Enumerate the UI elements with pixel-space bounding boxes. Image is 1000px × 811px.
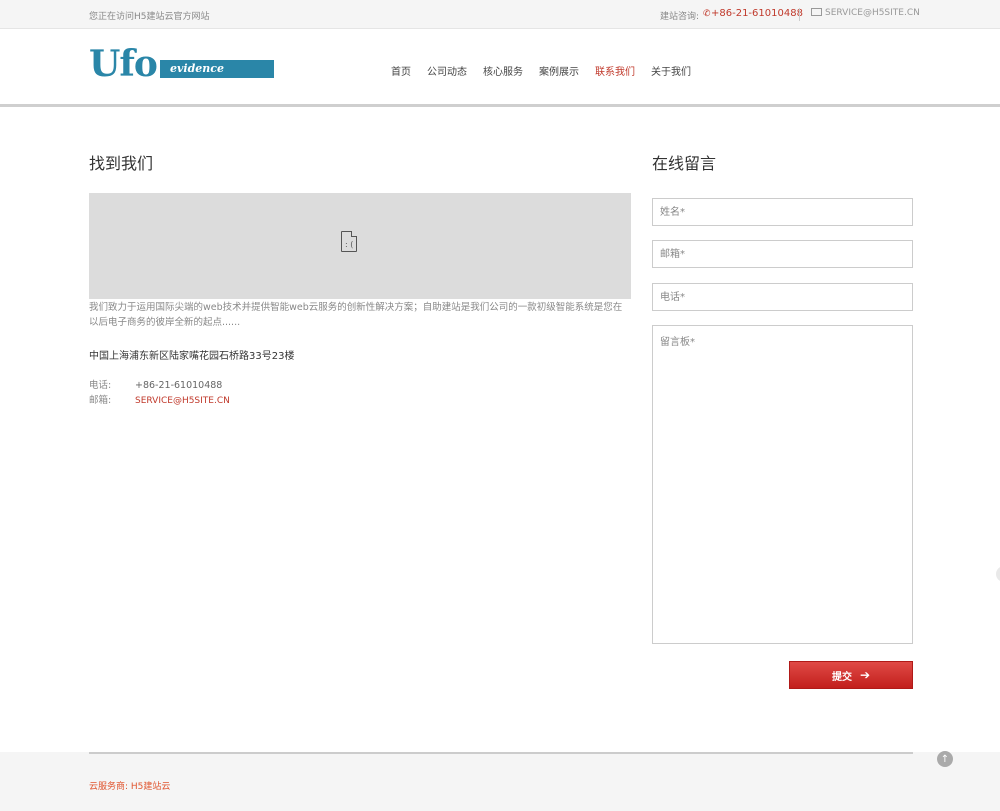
phone-input[interactable] xyxy=(653,284,912,310)
find-us-heading: 找到我们 xyxy=(89,154,154,173)
phone-label: 电话: xyxy=(89,380,112,391)
logo-tagline: evidence xyxy=(170,62,224,75)
nav-item-cases[interactable]: 案例展示 xyxy=(539,63,579,78)
nav-item-about[interactable]: 关于我们 xyxy=(651,63,691,78)
side-edge-tab[interactable] xyxy=(996,566,1000,582)
site-logo[interactable]: Ufo evidence xyxy=(89,43,279,87)
site-footer: 云服务商: H5建站云 xyxy=(0,752,1000,811)
footer-provider-text: 云服务商: H5建站云 xyxy=(89,782,171,792)
site-header: Ufo evidence 首页 公司动态 核心服务 案例展示 联系我们 关于我们 xyxy=(0,29,1000,107)
arrow-right-icon: ➔ xyxy=(859,668,871,682)
message-heading: 在线留言 xyxy=(652,154,717,173)
consult-label: 建站咨询: xyxy=(660,12,700,22)
contact-email-row: 邮箱: SERVICE@H5SITE.CN xyxy=(89,392,230,406)
top-divider xyxy=(799,8,800,21)
envelope-icon xyxy=(811,8,822,16)
footer-divider xyxy=(89,752,913,754)
email-label: 邮箱: xyxy=(89,395,112,406)
company-address: 中国上海浦东新区陆家嘴花园石桥路33号23楼 xyxy=(89,351,295,362)
top-bar: 您正在访问H5建站云官方网站 建站咨询: ✆+86-21-61010488 SE… xyxy=(0,0,1000,29)
top-email-link[interactable]: SERVICE@H5SITE.CN xyxy=(811,8,920,18)
name-field-wrap xyxy=(652,198,913,226)
main-nav: 首页 公司动态 核心服务 案例展示 联系我们 关于我们 xyxy=(383,63,699,78)
contact-phone-row: 电话: +86-21-61010488 xyxy=(89,377,222,391)
nav-item-home[interactable]: 首页 xyxy=(391,63,411,78)
submit-label: 提交 xyxy=(831,671,852,683)
arrow-up-circle-icon[interactable]: ↑ xyxy=(937,751,953,767)
welcome-text: 您正在访问H5建站云官方网站 xyxy=(89,12,210,22)
email-link[interactable]: SERVICE@H5SITE.CN xyxy=(135,396,230,406)
phone-field-wrap xyxy=(652,283,913,311)
logo-wordmark: Ufo xyxy=(89,43,158,85)
top-email-address: SERVICE@H5SITE.CN xyxy=(825,8,920,18)
phone-value: +86-21-61010488 xyxy=(135,380,223,391)
company-description: 我们致力于运用国际尖端的web技术并提供智能web云服务的创新性解决方案；自助建… xyxy=(89,302,623,328)
message-field-wrap xyxy=(652,325,913,644)
broken-image-icon: : ( xyxy=(341,231,357,252)
nav-item-contact[interactable]: 联系我们 xyxy=(595,63,635,78)
top-phone-number: +86-21-61010488 xyxy=(711,8,803,19)
map-area[interactable]: : ( xyxy=(89,193,631,299)
phone-icon: ✆ xyxy=(703,9,711,19)
submit-button[interactable]: 提交 ➔ xyxy=(789,661,913,689)
email-input[interactable] xyxy=(653,241,912,267)
top-phone-link[interactable]: ✆+86-21-61010488 xyxy=(703,8,803,19)
nav-item-news[interactable]: 公司动态 xyxy=(427,63,467,78)
name-input[interactable] xyxy=(653,199,912,225)
logo-ribbon: evidence xyxy=(158,60,274,78)
email-field-wrap xyxy=(652,240,913,268)
nav-item-services[interactable]: 核心服务 xyxy=(483,63,523,78)
message-textarea[interactable] xyxy=(653,326,912,643)
